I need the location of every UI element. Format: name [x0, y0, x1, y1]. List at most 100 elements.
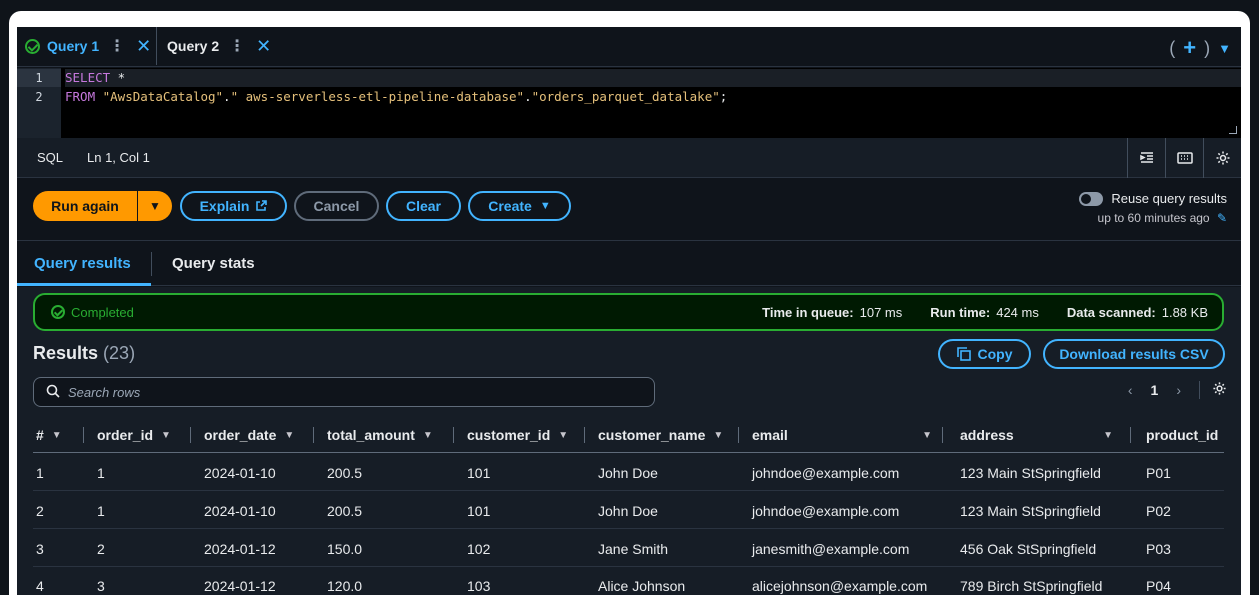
- results-title: Results (23): [33, 343, 135, 364]
- table-row[interactable]: 2 1 2024-01-10 200.5 101 John Doe johndo…: [33, 492, 1224, 529]
- table-cell: 123 Main StSpringfield: [960, 465, 1101, 481]
- table-cell: 2024-01-10: [204, 503, 276, 519]
- check-circle-icon: [25, 38, 40, 54]
- more-vertical-icon[interactable]: ⋮: [109, 36, 125, 56]
- table-cell: 200.5: [327, 503, 363, 519]
- cursor-position: Ln 1, Col 1: [87, 150, 150, 165]
- table-cell: 1: [97, 503, 105, 519]
- table-cell: 102: [467, 541, 491, 557]
- search-icon: [46, 384, 60, 401]
- format-query-icon[interactable]: [1127, 138, 1165, 178]
- gear-icon[interactable]: [1203, 138, 1241, 178]
- code-text: *: [110, 70, 126, 85]
- copy-label: Copy: [977, 346, 1013, 362]
- table-cell: 2: [97, 541, 105, 557]
- column-header[interactable]: product_id: [1146, 427, 1218, 443]
- table-cell: alicejohnson@example.com: [752, 578, 928, 594]
- query-tab-bar: Query 1 ⋮ ✕ Query 2 ⋮ ✕ ( + ) ▼: [17, 27, 1241, 67]
- pencil-icon[interactable]: ✎: [1217, 211, 1227, 225]
- sort-caret-icon: ▼: [284, 429, 295, 441]
- table-cell: 2024-01-12: [204, 578, 276, 594]
- table-row[interactable]: 1 1 2024-01-10 200.5 101 John Doe johndo…: [33, 454, 1224, 491]
- run-options-caret-icon[interactable]: ▼: [138, 191, 172, 221]
- language-label: SQL: [37, 150, 64, 165]
- chevron-left-icon[interactable]: ‹: [1128, 382, 1133, 398]
- column-header[interactable]: order_date ▼: [204, 427, 294, 443]
- add-tab-button[interactable]: +: [1183, 35, 1196, 61]
- tab-query-1[interactable]: Query 1 ⋮ ✕: [17, 27, 157, 65]
- external-link-icon: [256, 200, 268, 211]
- download-results-csv-button[interactable]: Download results CSV: [1043, 339, 1225, 369]
- table-cell: johndoe@example.com: [752, 465, 900, 481]
- table-cell: John Doe: [598, 465, 658, 481]
- open-paren: (: [1169, 37, 1176, 58]
- results-section: Completed Time in queue: 107 ms Run time:…: [17, 287, 1241, 595]
- keyboard-icon[interactable]: [1165, 138, 1203, 178]
- table-cell: 3: [36, 541, 44, 557]
- table-row[interactable]: 4 3 2024-01-12 120.0 103 Alice Johnson a…: [33, 567, 1224, 595]
- data-scanned: Data scanned: 1.88 KB: [1066, 305, 1208, 320]
- sort-caret-icon: ▼: [558, 429, 569, 441]
- column-header[interactable]: customer_id ▼: [467, 427, 568, 443]
- tab-query-2[interactable]: Query 2 ⋮ ✕: [167, 27, 277, 65]
- table-cell: 120.0: [327, 578, 363, 594]
- column-header[interactable]: email ▼: [752, 427, 932, 443]
- clear-button[interactable]: Clear: [386, 191, 461, 221]
- resize-handle-icon[interactable]: [1229, 126, 1237, 134]
- table-row[interactable]: 3 2 2024-01-12 150.0 102 Jane Smith jane…: [33, 530, 1224, 567]
- search-rows-field[interactable]: [33, 377, 655, 407]
- explain-button[interactable]: Explain: [180, 191, 287, 221]
- table-cell: 4: [36, 578, 44, 594]
- table-cell: 150.0: [327, 541, 363, 557]
- copy-button[interactable]: Copy: [938, 339, 1031, 369]
- table-cell: 101: [467, 503, 491, 519]
- column-header[interactable]: customer_name ▼: [598, 427, 723, 443]
- sql-editor[interactable]: 1 2 SELECT * FROM "AwsDataCatalog"." aws…: [17, 68, 1241, 138]
- chevron-right-icon[interactable]: ›: [1176, 382, 1181, 398]
- table-cell: 1: [36, 465, 44, 481]
- column-header[interactable]: total_amount ▼: [327, 427, 433, 443]
- code-line-2[interactable]: FROM "AwsDataCatalog"." aws-serverless-e…: [65, 88, 727, 106]
- tab-label: Query 2: [167, 38, 220, 54]
- column-header[interactable]: # ▼: [36, 427, 62, 443]
- sort-caret-icon: ▼: [51, 429, 62, 441]
- table-cell: 2024-01-12: [204, 541, 276, 557]
- more-vertical-icon[interactable]: ⋮: [229, 36, 245, 56]
- tab-query-results[interactable]: Query results: [34, 255, 131, 272]
- code-text: .: [524, 89, 532, 104]
- table-cell: 456 Oak StSpringfield: [960, 541, 1097, 557]
- string: "AwsDataCatalog": [95, 89, 224, 104]
- create-button[interactable]: Create ▼: [468, 191, 571, 221]
- tab-divider: [151, 252, 152, 276]
- search-input[interactable]: [68, 384, 608, 400]
- reuse-sub-label: up to 60 minutes ago: [1097, 211, 1210, 225]
- close-icon[interactable]: ✕: [136, 36, 151, 57]
- close-icon[interactable]: ✕: [256, 36, 271, 57]
- cancel-button[interactable]: Cancel: [294, 191, 379, 221]
- column-header[interactable]: address ▼: [960, 427, 1113, 443]
- table-settings-gear-icon[interactable]: [1199, 381, 1227, 399]
- current-page[interactable]: 1: [1151, 382, 1159, 398]
- table-cell: 101: [467, 465, 491, 481]
- pagination: ‹ 1 ›: [1128, 381, 1227, 399]
- table-cell: Jane Smith: [598, 541, 669, 557]
- caret-down-icon: ▼: [539, 200, 551, 212]
- run-again-button[interactable]: Run again: [33, 191, 137, 221]
- sort-caret-icon: ▼: [422, 429, 433, 441]
- reuse-label: Reuse query results: [1111, 191, 1227, 206]
- code-text: ;: [719, 89, 728, 104]
- tab-query-stats[interactable]: Query stats: [172, 255, 255, 272]
- reuse-toggle[interactable]: [1079, 191, 1104, 206]
- code-line-1[interactable]: SELECT *: [65, 69, 1241, 87]
- table-cell: 3: [97, 578, 105, 594]
- active-tab-indicator: [17, 283, 151, 286]
- time-in-queue: Time in queue: 107 ms: [762, 305, 903, 320]
- editor-tools: [1127, 138, 1241, 178]
- table-cell: 123 Main StSpringfield: [960, 503, 1101, 519]
- column-header[interactable]: order_id ▼: [97, 427, 171, 443]
- line-number: 1: [17, 69, 61, 87]
- completion-status-banner: Completed Time in queue: 107 ms Run time:…: [33, 293, 1224, 331]
- caret-down-icon[interactable]: ▼: [1218, 41, 1231, 56]
- table-cell: John Doe: [598, 503, 658, 519]
- line-gutter: 1 2: [17, 68, 61, 138]
